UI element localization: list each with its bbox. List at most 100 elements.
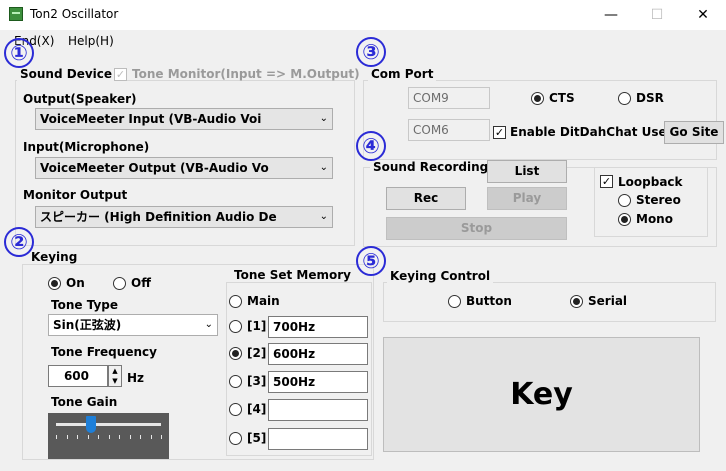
maximize-button[interactable]: ☐: [634, 0, 680, 30]
mono-radio[interactable]: [618, 213, 631, 226]
memory-label-4: [4]: [247, 402, 267, 416]
keying-off-label: Off: [131, 276, 151, 290]
output-device-value: VoiceMeeter Input (VB-Audio Voi: [40, 112, 262, 126]
memory-label-2: [2]: [247, 346, 267, 360]
tone-gain-slider[interactable]: [48, 413, 169, 459]
memory-field-4[interactable]: [268, 399, 368, 421]
marker-2: ②: [4, 227, 34, 257]
go-site-button[interactable]: Go Site: [664, 121, 724, 144]
tone-monitor-checkbox[interactable]: ✓: [114, 68, 127, 81]
input-label: Input(Microphone): [23, 140, 150, 154]
slider-tick: [119, 435, 120, 439]
tone-monitor-label: Tone Monitor(Input => M.Output): [132, 67, 360, 81]
play-button[interactable]: Play: [487, 187, 567, 210]
close-button[interactable]: ✕: [680, 0, 726, 30]
tone-type-label: Tone Type: [51, 298, 119, 312]
slider-ticks: [56, 435, 162, 439]
tone-type-select[interactable]: Sin(正弦波) ⌄: [48, 314, 218, 336]
marker-3: ③: [356, 37, 386, 67]
memory-main-radio[interactable]: [229, 295, 242, 308]
memory-field-1[interactable]: 700Hz: [268, 316, 368, 338]
slider-tick: [98, 435, 99, 439]
sound-device-title: Sound Device: [17, 67, 116, 81]
memory-field-5[interactable]: [268, 428, 368, 450]
dsr-radio[interactable]: [618, 92, 631, 105]
dsr-label: DSR: [636, 91, 664, 105]
rec-button[interactable]: Rec: [386, 187, 466, 210]
monitor-output-label: Monitor Output: [23, 188, 128, 202]
slider-tick: [87, 435, 89, 439]
memory-radio-4[interactable]: [229, 403, 242, 416]
loopback-checkbox[interactable]: ✓: [600, 175, 613, 188]
memory-label-5: [5]: [247, 431, 267, 445]
tone-frequency-unit: Hz: [127, 371, 145, 385]
memory-radio-2[interactable]: [229, 347, 242, 360]
com-port-field-1[interactable]: COM9: [408, 87, 490, 109]
key-label: Key: [510, 377, 573, 412]
keying-control-group: [383, 282, 716, 322]
memory-field-2[interactable]: 600Hz: [268, 343, 368, 365]
memory-radio-3[interactable]: [229, 375, 242, 388]
keying-title: Keying: [28, 250, 81, 264]
input-device-select[interactable]: VoiceMeeter Output (VB-Audio Vo ⌄: [35, 157, 333, 179]
memory-label-1: [1]: [247, 319, 267, 333]
loopback-label: Loopback: [618, 175, 683, 189]
tone-frequency-label: Tone Frequency: [51, 345, 157, 359]
keying-on-label: On: [66, 276, 85, 290]
slider-tick: [56, 435, 57, 439]
stereo-radio[interactable]: [618, 194, 631, 207]
keying-serial-radio[interactable]: [570, 295, 583, 308]
slider-tick: [129, 435, 131, 439]
tone-type-value: Sin(正弦波): [53, 318, 122, 332]
key-pad[interactable]: Key: [383, 337, 700, 452]
minimize-button[interactable]: —: [588, 0, 634, 30]
slider-tick: [140, 435, 141, 439]
memory-radio-1[interactable]: [229, 320, 242, 333]
stereo-label: Stereo: [636, 193, 681, 207]
tone-gain-label: Tone Gain: [51, 395, 118, 409]
keying-control-title: Keying Control: [387, 269, 494, 283]
chevron-down-icon: ⌄: [319, 211, 328, 222]
slider-tick: [150, 435, 152, 439]
com-port-field-2[interactable]: COM6: [408, 119, 490, 141]
window-title: Ton2 Oscillator: [30, 7, 119, 21]
sound-recording-title: Sound Recording: [370, 160, 492, 174]
keying-button-label: Button: [466, 294, 512, 308]
tone-frequency-input[interactable]: 600: [48, 365, 108, 387]
memory-field-3[interactable]: 500Hz: [268, 371, 368, 393]
output-label: Output(Speaker): [23, 92, 137, 106]
output-device-select[interactable]: VoiceMeeter Input (VB-Audio Voi ⌄: [35, 108, 333, 130]
frequency-stepper[interactable]: ▲ ▼: [108, 365, 122, 387]
menu-help[interactable]: Help(H): [68, 34, 114, 48]
tone-set-memory-title: Tone Set Memory: [231, 268, 354, 282]
memory-radio-5[interactable]: [229, 432, 242, 445]
list-button[interactable]: List: [487, 160, 567, 183]
marker-1: ①: [4, 38, 34, 68]
keying-button-radio[interactable]: [448, 295, 461, 308]
slider-thumb[interactable]: [85, 416, 96, 433]
chevron-down-icon: ⌄: [319, 113, 328, 124]
keying-on-radio[interactable]: [48, 277, 61, 290]
input-device-value: VoiceMeeter Output (VB-Audio Vo: [40, 161, 269, 175]
stop-button[interactable]: Stop: [386, 217, 567, 240]
enable-ditdahchat-label: Enable DitDahChat Use: [510, 125, 667, 139]
keying-serial-label: Serial: [588, 294, 628, 308]
slider-tick: [77, 435, 78, 439]
enable-ditdahchat-checkbox[interactable]: ✓: [493, 126, 506, 139]
monitor-output-select[interactable]: スピーカー (High Definition Audio De ⌄: [35, 206, 333, 228]
com-port-title: Com Port: [368, 67, 437, 81]
cts-label: CTS: [549, 91, 575, 105]
slider-tick: [161, 435, 162, 439]
chevron-down-icon: ⌄: [204, 319, 213, 330]
marker-4: ④: [356, 131, 386, 161]
slider-tick: [108, 435, 110, 439]
monitor-output-value: スピーカー (High Definition Audio De: [40, 210, 277, 224]
keying-off-radio[interactable]: [113, 277, 126, 290]
mono-label: Mono: [636, 212, 673, 226]
marker-5: ⑤: [356, 246, 386, 276]
cts-radio[interactable]: [531, 92, 544, 105]
slider-track: [56, 423, 161, 426]
app-icon: [9, 7, 23, 21]
slider-tick: [66, 435, 68, 439]
chevron-down-icon: ⌄: [319, 162, 328, 173]
